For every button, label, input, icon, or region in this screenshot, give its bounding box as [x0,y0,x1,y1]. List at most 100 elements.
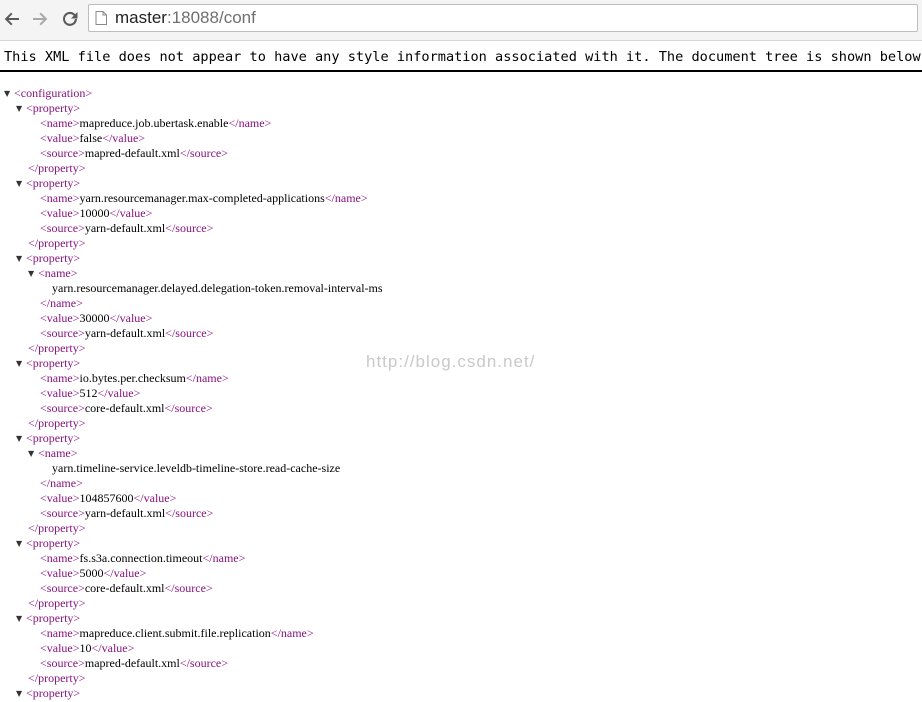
xml-line-name-open: ▼ <name> [0,446,922,461]
collapse-toggle-icon[interactable]: ▼ [16,686,26,701]
xml-line-property-close: </property> [0,236,922,251]
xml-tag: </value> [103,566,147,580]
xml-tag: </property> [28,161,86,175]
xml-tag: <value> [40,491,80,505]
property-name: fs.s3a.connection.timeout [79,551,203,565]
xml-tag: </name> [185,371,229,385]
xml-line-property-open: ▼ <property> [0,101,922,116]
xml-line-source: <source>core-default.xml</source> [0,401,922,416]
collapse-toggle-icon[interactable]: ▼ [16,611,26,626]
reload-button[interactable] [58,7,82,31]
xml-tag: <value> [40,566,80,580]
xml-tag: <name> [40,551,80,565]
collapse-toggle-icon[interactable]: ▼ [16,101,26,116]
property-source: core-default.xml [84,401,165,415]
xml-line-source: <source>yarn-default.xml</source> [0,221,922,236]
property-name: yarn.resourcemanager.delayed.delegation-… [52,281,383,295]
xml-line-source: <source>yarn-default.xml</source> [0,326,922,341]
collapse-toggle-icon[interactable]: ▼ [28,446,38,461]
xml-document-tree: ▼ <configuration> ▼ <property> <name>mapredu… [0,86,922,701]
property-source: yarn-default.xml [84,326,166,340]
xml-line-source: <source>mapred-default.xml</source> [0,146,922,161]
xml-line-name: <name>io.bytes.per.checksum</name> [0,371,922,386]
xml-line-property-open: ▼ <property> [0,176,922,191]
xml-tag: <source> [40,146,85,160]
xml-line-property-open: ▼ <property> [0,251,922,266]
xml-line-source: <source>yarn-default.xml</source> [0,506,922,521]
browser-toolbar: master:18088/conf [0,0,922,41]
collapse-toggle-icon[interactable]: ▼ [28,266,38,281]
page-icon [95,11,107,25]
xml-tag: </name> [202,551,246,565]
xml-line-property-open: ▼ <property> [0,611,922,626]
xml-tag: <property> [26,611,81,625]
collapse-toggle-icon[interactable]: ▼ [16,431,26,446]
property-value: false [79,131,103,145]
back-button[interactable] [0,7,24,31]
xml-tag: </property> [28,341,86,355]
xml-tag: </value> [109,311,153,325]
xml-line-source: <source>mapred-default.xml</source> [0,656,922,671]
xml-line-name: <name>yarn.resourcemanager.max-completed… [0,191,922,206]
xml-line-property-open: ▼ <property> [0,536,922,551]
xml-line-value: <value>5000</value> [0,566,922,581]
property-name: mapreduce.client.submit.file.replication [79,626,271,640]
xml-line-property-close: </property> [0,416,922,431]
url-path: :18088/conf [166,8,256,27]
xml-tag: </name> [228,116,272,130]
property-value: 104857600 [79,491,134,505]
xml-tag: <name> [40,371,80,385]
xml-tag: </name> [270,626,314,640]
xml-tag: <property> [26,431,81,445]
xml-tag: </value> [102,131,146,145]
collapse-toggle-icon[interactable]: ▼ [16,536,26,551]
xml-tag: </source> [164,581,213,595]
xml-line-name-open: ▼ <name> [0,266,922,281]
url-text[interactable]: master:18088/conf [115,8,256,28]
xml-tag: </source> [179,146,229,160]
collapse-toggle-icon[interactable]: ▼ [16,356,26,371]
xml-line-name-text: yarn.resourcemanager.delayed.delegation-… [0,281,922,296]
forward-arrow-icon [33,12,48,26]
xml-tag: <name> [40,626,80,640]
property-source: core-default.xml [84,581,165,595]
xml-tag: </value> [133,491,177,505]
xml-line-property-open: ▼ <property> [0,431,922,446]
property-value: 30000 [79,311,110,325]
xml-line-value: <value>false</value> [0,131,922,146]
xml-line-name: <name>mapreduce.client.submit.file.repli… [0,626,922,641]
forward-button[interactable] [28,7,52,31]
address-bar[interactable]: master:18088/conf [88,4,918,32]
xml-tag: </property> [28,671,86,685]
property-value: 512 [79,386,98,400]
xml-tag: <source> [40,506,85,520]
xml-tag: </value> [109,206,153,220]
reload-icon [63,11,78,26]
xml-tag: </name> [40,476,83,490]
xml-tag: <property> [26,251,81,265]
xml-tag: <property> [26,356,81,370]
xml-tag: </value> [91,641,135,655]
xml-tag: </property> [28,521,86,535]
xml-line-name-close: </name> [0,476,922,491]
collapse-toggle-icon[interactable]: ▼ [4,86,14,101]
xml-tag: <property> [26,176,81,190]
watermark: http://blog.csdn.net/ [366,352,536,371]
xml-tag: </source> [165,326,214,340]
xml-tag: <name> [38,266,78,280]
collapse-toggle-icon[interactable]: ▼ [16,251,26,266]
collapse-toggle-icon[interactable]: ▼ [16,176,26,191]
property-name: yarn.resourcemanager.max-completed-appli… [79,191,325,205]
property-source: yarn-default.xml [84,221,166,235]
xml-line-value: <value>104857600</value> [0,491,922,506]
xml-tag: <property> [26,101,81,115]
xml-tag: </value> [97,386,141,400]
xml-tag: </name> [324,191,368,205]
xml-line-configuration: ▼ <configuration> [0,86,922,101]
xml-tag: <name> [38,446,78,460]
property-source: mapred-default.xml [84,146,180,160]
property-source: mapred-default.xml [84,656,180,670]
xml-tag: </source> [179,656,229,670]
xml-line-name: <name>mapreduce.job.ubertask.enable</nam… [0,116,922,131]
xml-tag: <value> [40,311,80,325]
